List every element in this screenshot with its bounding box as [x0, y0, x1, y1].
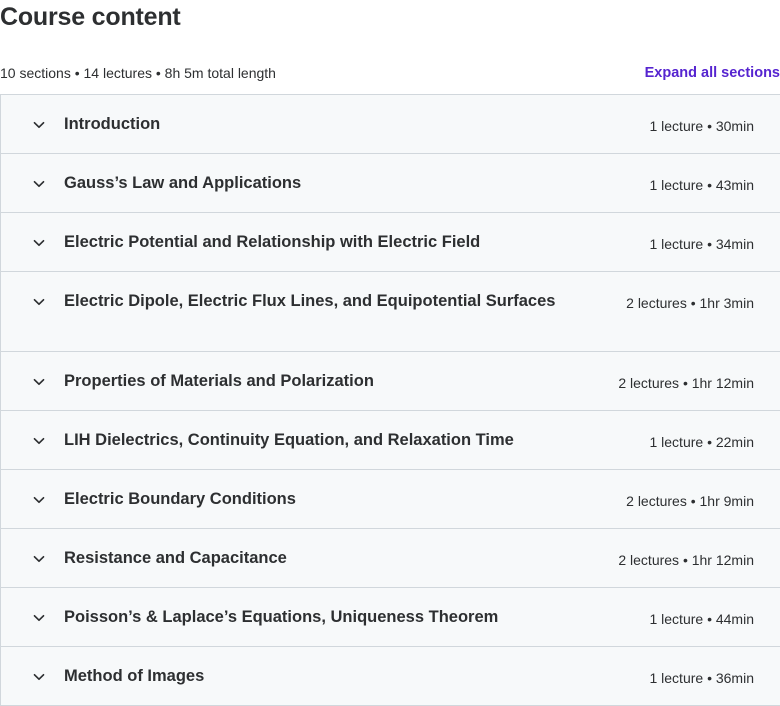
- section-panel-6[interactable]: LIH Dielectrics, Continuity Equation, an…: [1, 411, 780, 470]
- chevron-down-icon: [32, 375, 46, 389]
- section-title: Introduction: [64, 115, 161, 133]
- chevron-down-icon: [32, 118, 46, 132]
- section-lecture-info: 1 lecture • 30min: [649, 118, 754, 134]
- chevron-down-icon: [32, 493, 46, 507]
- section-panel-10[interactable]: Method of Images 1 lecture • 36min: [1, 647, 780, 706]
- chevron-down-icon: [32, 611, 46, 625]
- section-lecture-info: 2 lectures • 1hr 12min: [618, 375, 754, 391]
- section-panel-8[interactable]: Resistance and Capacitance 2 lectures • …: [1, 529, 780, 588]
- section-lecture-info: 1 lecture • 43min: [649, 177, 754, 193]
- section-panel-9[interactable]: Poisson’s & Laplace’s Equations, Uniquen…: [1, 588, 780, 647]
- section-panel-2[interactable]: Gauss’s Law and Applications 1 lecture •…: [1, 154, 780, 213]
- section-lecture-info: 1 lecture • 34min: [649, 236, 754, 252]
- section-panel-1[interactable]: Introduction 1 lecture • 30min: [1, 95, 780, 154]
- section-lecture-info: 1 lecture • 22min: [649, 434, 754, 450]
- section-title: Electric Dipole, Electric Flux Lines, an…: [64, 292, 556, 310]
- page-title: Course content: [0, 3, 181, 31]
- section-title: Method of Images: [64, 667, 205, 685]
- section-lecture-info: 2 lectures • 1hr 12min: [618, 552, 754, 568]
- section-panel-4[interactable]: Electric Dipole, Electric Flux Lines, an…: [1, 272, 780, 352]
- section-title: LIH Dielectrics, Continuity Equation, an…: [64, 431, 514, 449]
- section-panel-5[interactable]: Properties of Materials and Polarization…: [1, 352, 780, 411]
- chevron-down-icon: [32, 295, 46, 309]
- section-title: Electric Potential and Relationship with…: [64, 233, 481, 251]
- section-list: Introduction 1 lecture • 30min Gauss’s L…: [0, 94, 780, 706]
- chevron-down-icon: [32, 552, 46, 566]
- section-title: Gauss’s Law and Applications: [64, 174, 302, 192]
- section-panel-7[interactable]: Electric Boundary Conditions 2 lectures …: [1, 470, 780, 529]
- section-title: Properties of Materials and Polarization: [64, 372, 374, 390]
- section-lecture-info: 2 lectures • 1hr 9min: [626, 493, 754, 509]
- section-panel-3[interactable]: Electric Potential and Relationship with…: [1, 213, 780, 272]
- section-title: Poisson’s & Laplace’s Equations, Uniquen…: [64, 608, 499, 626]
- course-summary-text: 10 sections • 14 lectures • 8h 5m total …: [0, 65, 276, 81]
- course-summary-row: 10 sections • 14 lectures • 8h 5m total …: [0, 62, 780, 84]
- section-title: Electric Boundary Conditions: [64, 490, 296, 508]
- chevron-down-icon: [32, 434, 46, 448]
- section-title: Resistance and Capacitance: [64, 549, 287, 567]
- expand-all-sections-button[interactable]: Expand all sections: [645, 63, 780, 83]
- chevron-down-icon: [32, 177, 46, 191]
- chevron-down-icon: [32, 670, 46, 684]
- chevron-down-icon: [32, 236, 46, 250]
- section-lecture-info: 1 lecture • 36min: [649, 670, 754, 686]
- section-lecture-info: 2 lectures • 1hr 3min: [626, 295, 754, 311]
- section-lecture-info: 1 lecture • 44min: [649, 611, 754, 627]
